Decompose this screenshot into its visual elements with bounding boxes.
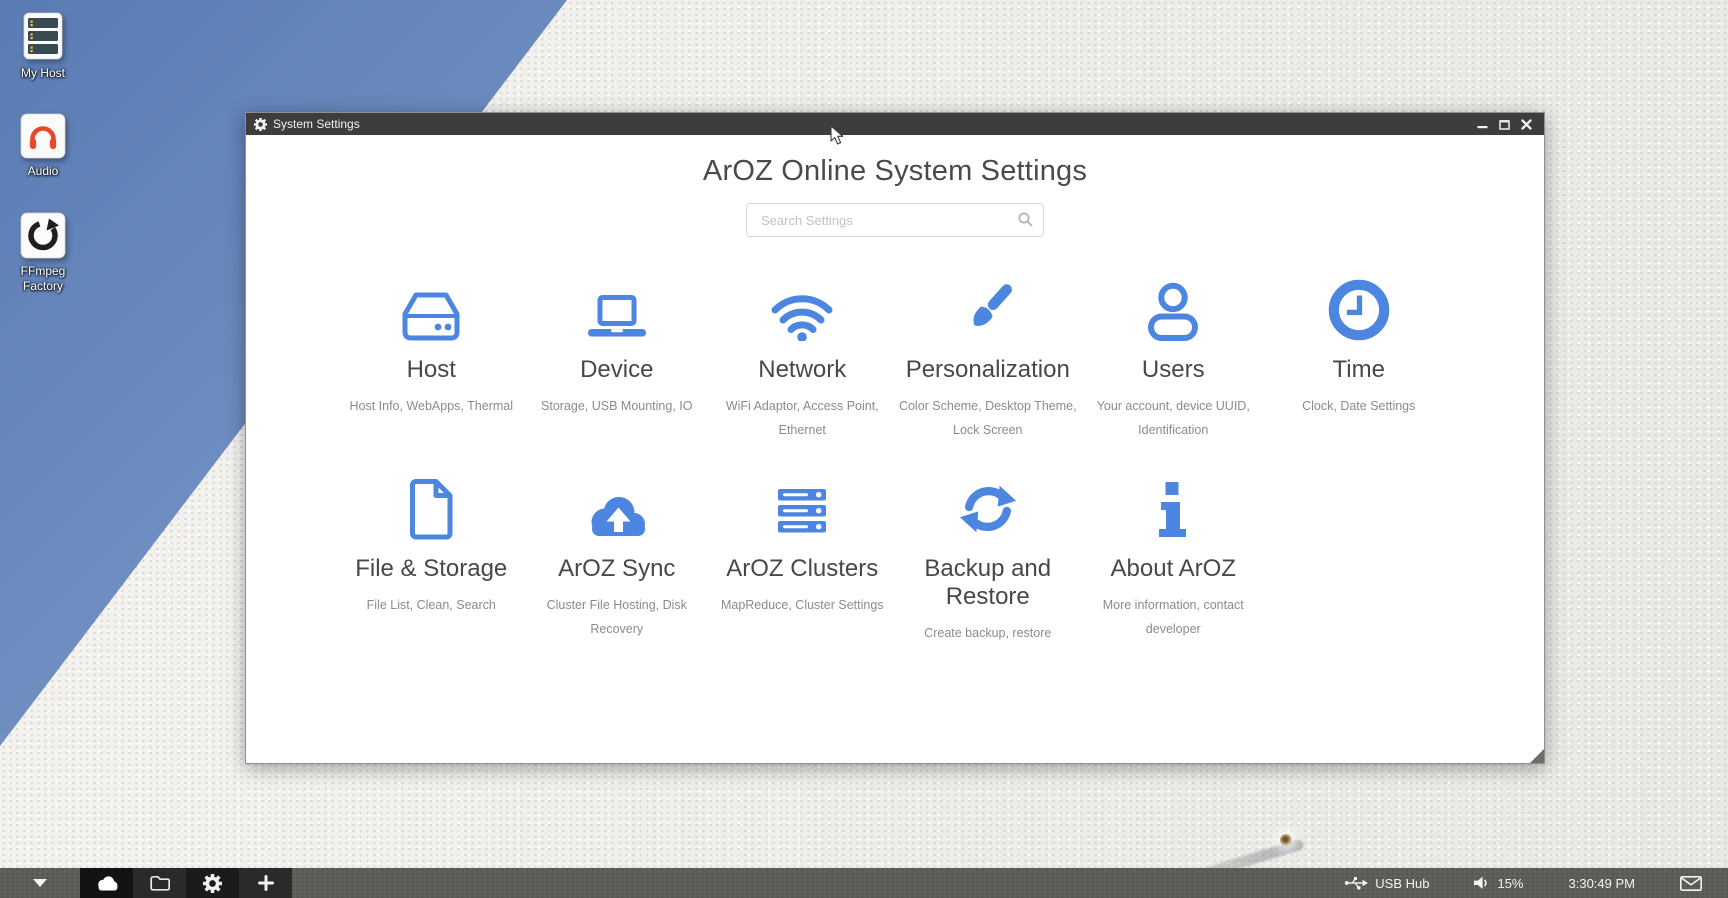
- volume-status[interactable]: 15%: [1474, 876, 1523, 891]
- category-subtitle: Host Info, WebApps, Thermal: [341, 394, 521, 418]
- laptop-icon: [585, 293, 649, 341]
- volume-icon: [1474, 876, 1490, 890]
- file-icon: [403, 478, 459, 540]
- category-network[interactable]: Network WiFi Adaptor, Access Point, Ethe…: [710, 277, 896, 442]
- category-time[interactable]: Time Clock, Date Settings: [1266, 277, 1452, 442]
- taskbar-button-add[interactable]: [239, 868, 292, 898]
- category-subtitle: Clock, Date Settings: [1269, 394, 1449, 418]
- minimize-button[interactable]: [1477, 119, 1488, 130]
- wall-nail-hole: [1280, 834, 1292, 846]
- window-titlebar[interactable]: System Settings: [246, 113, 1544, 135]
- usb-icon: [1344, 876, 1368, 890]
- category-subtitle: Storage, USB Mounting, IO: [527, 394, 707, 418]
- plus-icon: [258, 875, 274, 891]
- hdd-icon: [399, 291, 463, 341]
- category-subtitle: Color Scheme, Desktop Theme, Lock Screen: [898, 394, 1078, 442]
- category-aroz-clusters[interactable]: ArOZ Clusters MapReduce, Cluster Setting…: [710, 476, 896, 645]
- server-stack-icon: [770, 484, 834, 540]
- headphones-icon: [20, 113, 66, 159]
- category-title: Host: [339, 356, 525, 384]
- desktop-icon-label: FFmpeg Factory: [0, 264, 86, 294]
- clock-icon: [1328, 279, 1390, 341]
- close-button[interactable]: [1521, 119, 1532, 130]
- category-title: ArOZ Clusters: [710, 555, 896, 583]
- volume-percent: 15%: [1497, 876, 1523, 891]
- taskbar-button-settings[interactable]: [186, 868, 239, 898]
- folder-icon: [150, 875, 170, 891]
- taskbar-menu-caret[interactable]: [0, 879, 80, 887]
- category-title: Device: [524, 356, 710, 384]
- category-subtitle: More information, contact developer: [1083, 593, 1263, 641]
- grid-row-2: File & Storage File List, Clean, Search: [339, 476, 1452, 645]
- search-icon: [1018, 212, 1033, 227]
- category-title: File & Storage: [339, 555, 525, 583]
- category-title: Users: [1081, 356, 1267, 384]
- cloud-upload-icon: [584, 488, 650, 540]
- category-subtitle: File List, Clean, Search: [341, 593, 521, 617]
- usb-label: USB Hub: [1375, 876, 1429, 891]
- taskbar-status-area: USB Hub 15% 3:30:49 PM: [1299, 876, 1728, 891]
- category-title: Backup and Restore: [895, 555, 1081, 611]
- settings-grid: Host Host Info, WebApps, Thermal Device …: [339, 277, 1452, 645]
- category-title: Time: [1266, 356, 1452, 384]
- category-subtitle: MapReduce, Cluster Settings: [712, 593, 892, 617]
- desktop: My Host Audio FFmpeg Factory: [0, 0, 1728, 898]
- category-personalization[interactable]: Personalization Color Scheme, Desktop Th…: [895, 277, 1081, 442]
- caret-down-icon: [33, 879, 47, 887]
- category-subtitle: Your account, device UUID, Identificatio…: [1083, 394, 1263, 442]
- paintbrush-icon: [956, 279, 1020, 341]
- taskbar-button-cloud[interactable]: [80, 868, 133, 898]
- gear-icon: [203, 874, 222, 893]
- category-backup-restore[interactable]: Backup and Restore Create backup, restor…: [895, 476, 1081, 645]
- usb-status[interactable]: USB Hub: [1344, 876, 1429, 891]
- category-subtitle: WiFi Adaptor, Access Point, Ethernet: [712, 394, 892, 442]
- settings-window: System Settings ArOZ Online System Setti…: [245, 112, 1545, 764]
- desktop-icon-my-host[interactable]: My Host: [0, 12, 86, 81]
- category-title: ArOZ Sync: [524, 555, 710, 583]
- user-icon: [1141, 280, 1205, 341]
- category-file-storage[interactable]: File & Storage File List, Clean, Search: [339, 476, 525, 645]
- category-title: Network: [710, 356, 896, 384]
- desktop-icon-ffmpeg-factory[interactable]: FFmpeg Factory: [0, 212, 86, 294]
- desktop-icon-audio[interactable]: Audio: [0, 113, 86, 179]
- desktop-icon-label: My Host: [0, 66, 86, 81]
- category-aroz-sync[interactable]: ArOZ Sync Cluster File Hosting, Disk Rec…: [524, 476, 710, 645]
- search-box: [746, 203, 1044, 237]
- notification-mail[interactable]: [1680, 876, 1702, 891]
- refresh-icon: [956, 478, 1020, 540]
- page-title: ArOZ Online System Settings: [246, 155, 1544, 188]
- category-about-aroz[interactable]: About ArOZ More information, contact dev…: [1081, 476, 1267, 645]
- category-title: Personalization: [895, 356, 1081, 384]
- grid-row-1: Host Host Info, WebApps, Thermal Device …: [339, 277, 1452, 442]
- category-title: About ArOZ: [1081, 555, 1267, 583]
- category-users[interactable]: Users Your account, device UUID, Identif…: [1081, 277, 1267, 442]
- settings-content: ArOZ Online System Settings: [246, 135, 1544, 765]
- cloud-icon: [95, 875, 119, 891]
- info-icon: [1153, 480, 1193, 540]
- mail-icon: [1680, 876, 1702, 891]
- category-subtitle: Cluster File Hosting, Disk Recovery: [527, 593, 707, 641]
- maximize-button[interactable]: [1499, 119, 1510, 130]
- server-icon: [23, 12, 63, 61]
- gear-icon: [254, 118, 267, 131]
- desktop-icon-label: Audio: [0, 164, 86, 179]
- resize-grip[interactable]: [1530, 749, 1544, 763]
- taskbar-clock[interactable]: 3:30:49 PM: [1569, 876, 1636, 891]
- search-input[interactable]: [746, 203, 1044, 237]
- recycle-arrow-icon: [20, 212, 66, 259]
- category-device[interactable]: Device Storage, USB Mounting, IO: [524, 277, 710, 442]
- window-title: System Settings: [273, 117, 1477, 131]
- category-host[interactable]: Host Host Info, WebApps, Thermal: [339, 277, 525, 442]
- taskbar: USB Hub 15% 3:30:49 PM: [0, 868, 1728, 898]
- category-subtitle: Create backup, restore: [898, 621, 1078, 645]
- wifi-icon: [770, 291, 834, 341]
- taskbar-button-folder[interactable]: [133, 868, 186, 898]
